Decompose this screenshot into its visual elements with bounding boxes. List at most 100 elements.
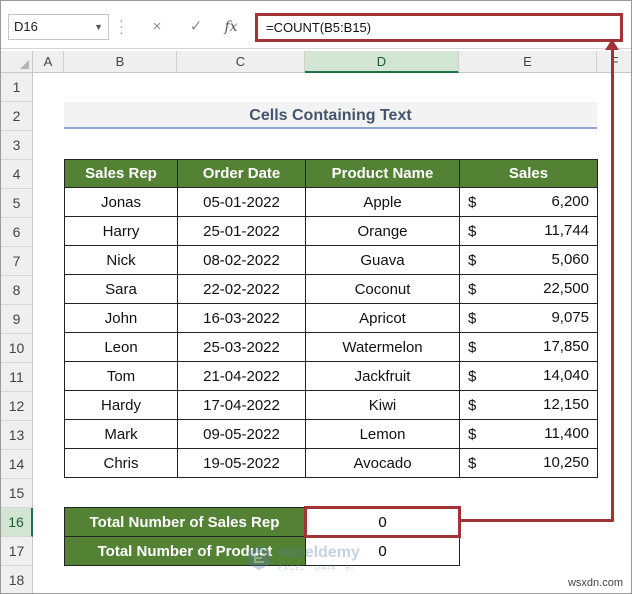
table-row: Chris 19-05-2022 Avocado $10,250	[64, 448, 598, 478]
cell-order-date[interactable]: 22-02-2022	[177, 274, 306, 304]
row-header-8[interactable]: 8	[1, 276, 33, 305]
select-all-button[interactable]	[1, 51, 33, 73]
row-header-18[interactable]: 18	[1, 566, 33, 593]
cell-sales[interactable]: $22,500	[459, 274, 598, 304]
currency-symbol: $	[468, 222, 477, 240]
header-order-date[interactable]: Order Date	[177, 159, 306, 188]
header-product-name[interactable]: Product Name	[305, 159, 460, 188]
cell-product-name[interactable]: Kiwi	[305, 390, 460, 420]
cell-sales[interactable]: $11,400	[459, 419, 598, 449]
column-header-b[interactable]: B	[64, 51, 177, 73]
sales-amount: 14,040	[543, 367, 589, 384]
currency-symbol: $	[468, 338, 477, 356]
cell-product-name[interactable]: Coconut	[305, 274, 460, 304]
column-header-e[interactable]: E	[459, 51, 597, 73]
cell-product-name[interactable]: Guava	[305, 245, 460, 275]
cell-sales[interactable]: $11,744	[459, 216, 598, 246]
row-header-4[interactable]: 4	[1, 160, 33, 189]
cell-product-name[interactable]: Jackfruit	[305, 361, 460, 391]
row-header-5[interactable]: 5	[1, 189, 33, 218]
cell-sales-rep[interactable]: Sara	[64, 274, 178, 304]
summary-row: Total Number of Sales Rep 0	[64, 506, 461, 538]
cell-sales-rep[interactable]: John	[64, 303, 178, 333]
name-box[interactable]: D16 ▼	[8, 14, 109, 40]
cell-order-date[interactable]: 08-02-2022	[177, 245, 306, 275]
cell-order-date[interactable]: 16-03-2022	[177, 303, 306, 333]
cell-product-name[interactable]: Orange	[305, 216, 460, 246]
sales-amount: 5,060	[551, 251, 589, 268]
row-header-11[interactable]: 11	[1, 363, 33, 392]
cell-product-name[interactable]: Avocado	[305, 448, 460, 478]
table-row: Jonas 05-01-2022 Apple $6,200	[64, 187, 598, 217]
table-row: Mark 09-05-2022 Lemon $11,400	[64, 419, 598, 449]
row-header-2[interactable]: 2	[1, 102, 33, 131]
cell-product-name[interactable]: Apricot	[305, 303, 460, 333]
column-header-d[interactable]: D	[305, 51, 459, 73]
summary-label-sales-rep[interactable]: Total Number of Sales Rep	[64, 507, 306, 537]
cell-sales-rep[interactable]: Mark	[64, 419, 178, 449]
header-sales-rep[interactable]: Sales Rep	[64, 159, 178, 188]
cell-sales-rep[interactable]: Harry	[64, 216, 178, 246]
chevron-down-icon[interactable]: ▼	[94, 15, 103, 39]
cell-sales-rep[interactable]: Chris	[64, 448, 178, 478]
cell-sales[interactable]: $9,075	[459, 303, 598, 333]
currency-symbol: $	[468, 251, 477, 269]
row-header-10[interactable]: 10	[1, 334, 33, 363]
row-header-6[interactable]: 6	[1, 218, 33, 247]
cell-sales[interactable]: $6,200	[459, 187, 598, 217]
name-box-value: D16	[14, 19, 38, 34]
column-header-f[interactable]: F	[597, 51, 631, 73]
exceldemy-logo-icon	[248, 546, 270, 570]
cell-sales[interactable]: $5,060	[459, 245, 598, 275]
cell-order-date[interactable]: 25-03-2022	[177, 332, 306, 362]
row-header-15[interactable]: 15	[1, 479, 33, 508]
cell-sales-rep[interactable]: Tom	[64, 361, 178, 391]
drag-handle-icon[interactable]: · · ·	[119, 13, 125, 39]
row-header-3[interactable]: 3	[1, 131, 33, 160]
row-header-14[interactable]: 14	[1, 450, 33, 479]
table-row: Tom 21-04-2022 Jackfruit $14,040	[64, 361, 598, 391]
insert-function-button[interactable]: fx	[217, 14, 245, 40]
enter-button[interactable]: ✓	[182, 14, 210, 40]
cell-sales-rep[interactable]: Nick	[64, 245, 178, 275]
cell-product-name[interactable]: Watermelon	[305, 332, 460, 362]
cell-order-date[interactable]: 19-05-2022	[177, 448, 306, 478]
row-header-16[interactable]: 16	[1, 508, 33, 537]
cell-product-name[interactable]: Lemon	[305, 419, 460, 449]
cell-order-date[interactable]: 09-05-2022	[177, 419, 306, 449]
formula-input[interactable]: =COUNT(B5:B15)	[255, 13, 623, 42]
sheet-title[interactable]: Cells Containing Text	[64, 102, 597, 129]
cell-sales[interactable]: $10,250	[459, 448, 598, 478]
table-row: Hardy 17-04-2022 Kiwi $12,150	[64, 390, 598, 420]
cell-order-date[interactable]: 21-04-2022	[177, 361, 306, 391]
currency-symbol: $	[468, 309, 477, 327]
sales-amount: 11,400	[544, 425, 589, 442]
cancel-button[interactable]: ×	[143, 14, 171, 40]
summary-value-sales-rep[interactable]: 0	[304, 506, 461, 538]
cell-sales-rep[interactable]: Leon	[64, 332, 178, 362]
arrow-up-icon	[605, 39, 619, 50]
column-header-c[interactable]: C	[177, 51, 305, 73]
row-header-13[interactable]: 13	[1, 421, 33, 450]
cell-sales-rep[interactable]: Jonas	[64, 187, 178, 217]
site-credit: wsxdn.com	[567, 577, 623, 589]
column-header-a[interactable]: A	[33, 51, 64, 73]
row-header-17[interactable]: 17	[1, 537, 33, 566]
row-header-12[interactable]: 12	[1, 392, 33, 421]
row-header-9[interactable]: 9	[1, 305, 33, 334]
row-header-7[interactable]: 7	[1, 247, 33, 276]
cell-sales[interactable]: $17,850	[459, 332, 598, 362]
formula-bar: D16 ▼ · · · × ✓ fx =COUNT(B5:B15)	[1, 1, 631, 49]
cell-sales-rep[interactable]: Hardy	[64, 390, 178, 420]
cell-product-name[interactable]: Apple	[305, 187, 460, 217]
cell-order-date[interactable]: 25-01-2022	[177, 216, 306, 246]
header-sales[interactable]: Sales	[459, 159, 598, 188]
cell-order-date[interactable]: 17-04-2022	[177, 390, 306, 420]
row-header-1[interactable]: 1	[1, 73, 33, 102]
cell-sales[interactable]: $12,150	[459, 390, 598, 420]
cell-order-date[interactable]: 05-01-2022	[177, 187, 306, 217]
currency-symbol: $	[468, 454, 477, 472]
currency-symbol: $	[468, 367, 477, 385]
cell-sales[interactable]: $14,040	[459, 361, 598, 391]
currency-symbol: $	[468, 425, 477, 443]
